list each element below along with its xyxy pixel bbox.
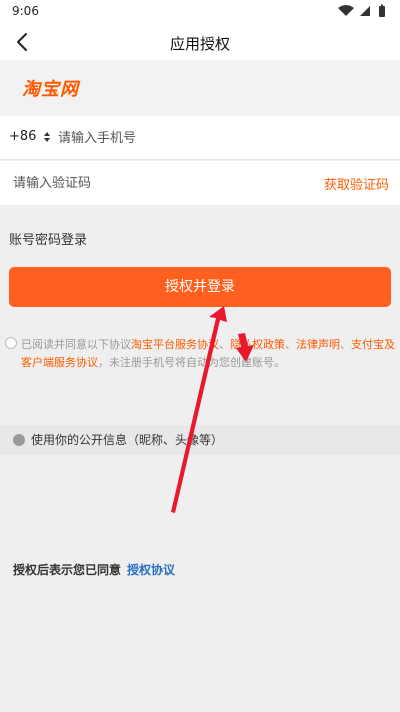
phone-row: +86 xyxy=(0,116,400,160)
agreement-separator: 、 xyxy=(340,338,351,351)
status-bar: 9:06 xyxy=(0,0,400,24)
agreement-suffix: ，未注册手机号将自动为您创建账号。 xyxy=(98,356,285,369)
authorization-footer: 授权后表示您已同意 授权协议 xyxy=(13,561,175,578)
public-info-row: 使用你的公开信息（昵称、头像等） xyxy=(0,425,400,455)
phone-input[interactable] xyxy=(58,126,358,150)
sort-arrows-icon[interactable] xyxy=(42,129,52,145)
password-login-link[interactable]: 账号密码登录 xyxy=(9,229,87,248)
status-time: 9:06 xyxy=(12,4,39,18)
status-icons xyxy=(338,4,385,17)
page-title: 应用授权 xyxy=(169,35,230,53)
taobao-logo: 淘宝网 xyxy=(22,79,79,100)
battery-icon xyxy=(379,4,385,17)
authorize-login-button[interactable]: 授权并登录 xyxy=(9,267,391,307)
signal-icon xyxy=(360,6,370,16)
public-info-label: 使用你的公开信息（昵称、头像等） xyxy=(31,433,224,447)
country-code-select[interactable]: +86 xyxy=(9,129,36,144)
brand-header: 淘宝网 xyxy=(0,60,400,116)
wifi-icon xyxy=(338,5,354,16)
verification-code-input[interactable] xyxy=(13,171,273,195)
authorization-protocol-link[interactable]: 授权协议 xyxy=(127,563,175,577)
get-code-button[interactable]: 获取验证码 xyxy=(324,174,389,193)
public-info-radio[interactable] xyxy=(13,434,25,446)
app-bar: 应用授权 xyxy=(0,24,400,60)
agreement-radio[interactable] xyxy=(5,337,17,349)
agreement-link-legal[interactable]: 法律声明 xyxy=(296,338,340,351)
footer-text: 授权后表示您已同意 xyxy=(13,563,122,577)
agreement-text: 已阅读并同意以下协议淘宝平台服务协议、隐私权政策、法律声明、支付宝及客户端服务协… xyxy=(21,336,395,372)
agreement-link-privacy[interactable]: 隐私权政策 xyxy=(230,338,285,351)
agreement-separator: 、 xyxy=(219,338,230,351)
verification-code-row: 获取验证码 xyxy=(0,161,400,205)
agreement-link-platform[interactable]: 淘宝平台服务协议 xyxy=(131,338,219,351)
agreement-prefix: 已阅读并同意以下协议 xyxy=(21,338,131,351)
agreement-separator: 、 xyxy=(285,338,296,351)
